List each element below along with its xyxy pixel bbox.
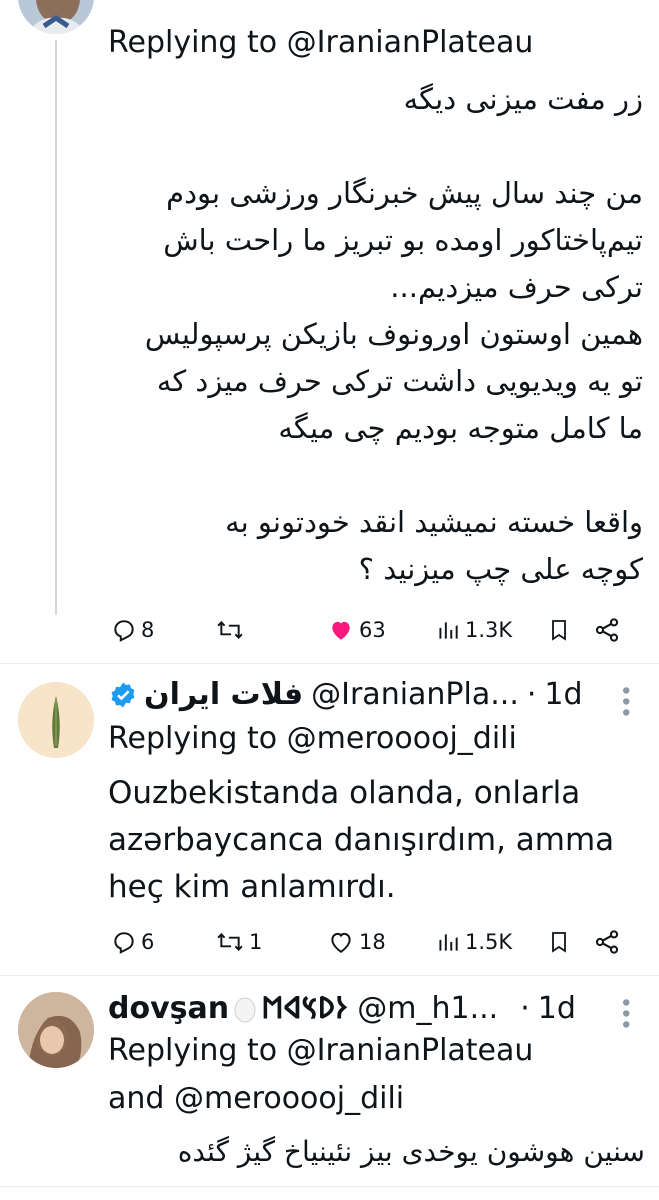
tweet-text-line: واقعا خسته نمیشید انقد خودتونو به (225, 505, 643, 539)
divider (0, 975, 659, 976)
share-button[interactable] (593, 922, 621, 962)
mention-link[interactable]: @IranianPlateau (287, 25, 534, 60)
more-options-icon[interactable]: ••• (612, 684, 637, 717)
repost-button[interactable] (215, 610, 249, 650)
more-options-icon[interactable]: ••• (612, 996, 637, 1029)
tweet-header: @IranianPla... فلات ایران · 1d (108, 676, 583, 714)
divider (0, 1186, 659, 1187)
separator-dot: · (526, 677, 537, 712)
tweet-text-line: Ouzbekistanda olanda, onlarla (108, 775, 581, 811)
timestamp[interactable]: 1d (538, 990, 576, 1028)
egg-icon (233, 995, 257, 1023)
action-bar: 8 63 1.3K (105, 610, 649, 650)
mention-link[interactable]: @merooooj_dili (287, 721, 517, 756)
reply-button[interactable]: 8 (111, 610, 154, 650)
repost-count: 1 (249, 930, 263, 954)
author-name[interactable]: فلات ایران (144, 676, 303, 714)
tweet-header: dovşan 𐰆𐰖𐰽𐰶𐰡 @m_h1... · 1d (108, 990, 576, 1028)
tweet-text-line: ما کامل متوجه بودیم چی میگه (278, 411, 643, 445)
like-button[interactable]: 63 (327, 610, 386, 650)
views-button[interactable]: 1.5K (435, 922, 512, 962)
action-bar: 6 1 18 1.5K (105, 922, 649, 962)
repost-icon (217, 621, 243, 639)
bookmark-button[interactable] (547, 610, 571, 650)
view-count: 1.3K (465, 618, 513, 642)
tweet-text-line: سنین هوشون یوخدی بیز نئینیاخ گیژ گئده (177, 1135, 645, 1168)
bookmark-icon (552, 620, 566, 641)
mention-link[interactable]: @merooooj_dili (174, 1081, 404, 1116)
bookmark-icon (552, 932, 566, 953)
views-icon (439, 934, 458, 951)
avatar[interactable] (18, 682, 94, 758)
avatar[interactable] (18, 0, 94, 34)
author-handle[interactable]: @IranianPla... (311, 676, 519, 714)
view-count: 1.5K (465, 930, 513, 954)
heart-outline-icon (331, 932, 351, 953)
reply-icon (114, 620, 134, 642)
tweet-body: سنین هوشون یوخدی بیز نئینیاخ گیژ گئده (108, 1128, 645, 1175)
reply-to-line: Replying to @IranianPlateau (108, 25, 534, 60)
reply-to-line: Replying to @merooooj_dili (108, 721, 517, 756)
author-name[interactable]: dovşan (108, 990, 229, 1028)
like-count: 18 (359, 930, 386, 954)
reply-to-line: Replying to @IranianPlateau and @meroooo… (108, 1033, 534, 1116)
heart-icon (332, 621, 350, 640)
divider (0, 663, 659, 664)
mention-link[interactable]: @IranianPlateau (287, 1033, 534, 1068)
tweet-text-line (108, 123, 643, 170)
separator-dot: · (520, 991, 530, 1026)
tweet-text-line: همین اوستون اورونوف بازیکن پرسپولیس (144, 317, 643, 351)
repost-button[interactable]: 1 (215, 922, 262, 962)
tweet-text-line: azərbaycanca danışırdım, amma (108, 822, 615, 858)
like-count: 63 (359, 618, 386, 642)
tweet-body: زر مفت میزنی دیگه من چند سال پیش خبرنگار… (108, 76, 643, 593)
tweet-text-line: من چند سال پیش خبرنگار ورزشی بودم (166, 176, 643, 210)
tweet-text-line: تو یه ویدیویی داشت ترکی حرف میزد که (156, 364, 643, 398)
reply-count: 6 (141, 930, 155, 954)
tweet-text-line: ترکی حرف میزدیم... (390, 270, 643, 304)
author-name-suffix: 𐰆𐰖𐰽𐰶𐰡 (261, 991, 348, 1026)
tweet-text-line: زر مفت میزنی دیگه (403, 82, 643, 116)
share-icon (595, 618, 619, 642)
share-icon (595, 930, 619, 954)
bookmark-button[interactable] (547, 922, 571, 962)
views-button[interactable]: 1.3K (435, 610, 512, 650)
reply-count: 8 (141, 618, 155, 642)
tweet-body: Ouzbekistanda olanda, onlarla azərbaycan… (108, 770, 649, 911)
verified-badge-icon (108, 680, 138, 710)
reply-icon (114, 932, 134, 954)
avatar[interactable] (18, 992, 94, 1068)
tweet-text-line: تیم‌پاختاکور اومده بو تبریز ما راحت باش (163, 223, 643, 257)
tweet-text-line (108, 452, 643, 499)
share-button[interactable] (593, 610, 621, 650)
repost-icon (217, 933, 243, 951)
tweet-text-line: کوچه علی چپ میزنید ؟ (358, 552, 643, 586)
tweet-text-line: heç kim anlamırdı. (108, 869, 396, 905)
views-icon (439, 622, 458, 639)
author-handle[interactable]: @m_h1... (357, 990, 498, 1028)
reply-button[interactable]: 6 (111, 922, 154, 962)
timestamp[interactable]: 1d (544, 676, 582, 714)
thread-line (55, 40, 57, 615)
like-button[interactable]: 18 (327, 922, 386, 962)
